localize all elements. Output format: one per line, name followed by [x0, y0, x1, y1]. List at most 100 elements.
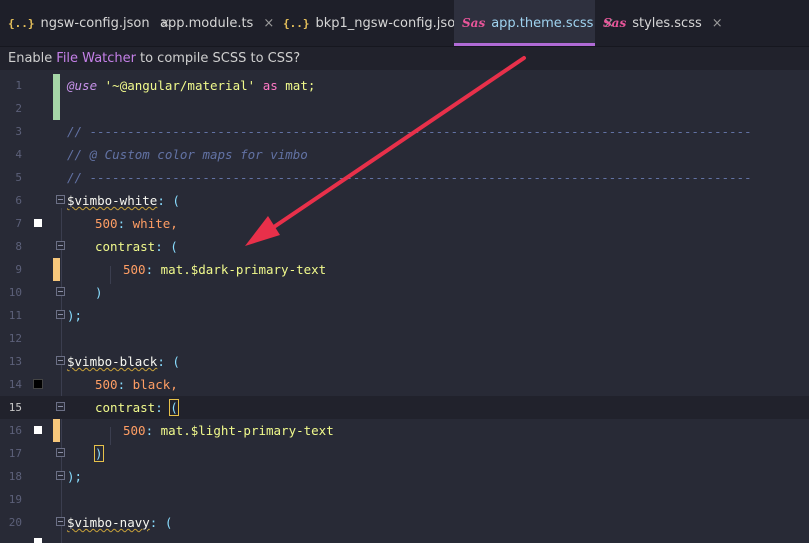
line-number: 13	[8, 355, 22, 368]
close-icon[interactable]: ×	[712, 16, 723, 31]
sass-icon: Sas	[603, 16, 627, 30]
token: white,	[132, 216, 178, 231]
line-number: 11	[8, 309, 22, 322]
line-number: 9	[15, 263, 22, 276]
color-swatch[interactable]	[33, 379, 43, 389]
color-swatch[interactable]	[34, 219, 42, 227]
token: )	[95, 285, 103, 300]
token: 500	[95, 216, 118, 231]
json-icon: {..}	[8, 16, 35, 30]
matched-bracket: )	[94, 445, 104, 462]
fold-icon[interactable]	[56, 287, 65, 296]
code-line: 2	[0, 97, 809, 120]
json-icon: {..}	[283, 16, 310, 30]
line-number: 5	[15, 171, 22, 184]
code-line-partial	[0, 534, 809, 543]
tab-label: app.module.ts	[160, 15, 254, 31]
fold-icon[interactable]	[56, 402, 65, 411]
matched-bracket: (	[169, 399, 179, 416]
token: contrast	[95, 239, 156, 254]
line-number: 6	[15, 194, 22, 207]
code-line: 10 )	[0, 281, 809, 304]
file-watcher-link[interactable]: File Watcher	[56, 51, 136, 66]
token: 500	[123, 423, 146, 438]
comment: // @ Custom color maps for vimbo	[67, 147, 308, 162]
code-line: 16 500: mat.$light-primary-text	[0, 419, 809, 442]
fold-icon[interactable]	[56, 448, 65, 457]
line-number: 10	[8, 286, 22, 299]
token: : (	[149, 515, 173, 530]
fold-icon[interactable]	[56, 310, 65, 319]
token: );	[67, 308, 83, 323]
notice-prefix: Enable	[8, 51, 53, 66]
tab-ngsw-config[interactable]: {..} ngsw-config.json ×	[0, 0, 170, 46]
line-number: 18	[8, 470, 22, 483]
code-line: 12	[0, 327, 809, 350]
line-number: 15	[8, 401, 22, 414]
line-number: 16	[8, 424, 22, 437]
fold-icon[interactable]	[56, 195, 65, 204]
line-number: 19	[8, 493, 22, 506]
tab-label: ngsw-config.json	[40, 15, 150, 31]
line-number: 2	[15, 102, 22, 115]
token: 500	[123, 262, 146, 277]
fold-icon[interactable]	[56, 517, 65, 526]
line-number: 4	[15, 148, 22, 161]
code-line: 4 // @ Custom color maps for vimbo	[0, 143, 809, 166]
line-number: 1	[15, 79, 22, 92]
token: : (	[155, 239, 178, 254]
line-number: 14	[8, 378, 22, 391]
code-line: 20 $vimbo-navy: (	[0, 511, 809, 534]
line-number: 20	[8, 516, 22, 529]
token: : (	[157, 354, 180, 369]
file-watcher-notice: Enable File Watcher to compile SCSS to C…	[0, 47, 809, 70]
line-number: 12	[8, 332, 22, 345]
code-line: 7 500: white,	[0, 212, 809, 235]
code-line: 17 )	[0, 442, 809, 465]
tab-app-module[interactable]: app.module.ts ×	[146, 0, 275, 46]
tab-bar: {..} ngsw-config.json × app.module.ts × …	[0, 0, 809, 47]
tab-label: bkp1_ngsw-config.json	[315, 15, 464, 31]
token: $vimbo-black	[67, 354, 158, 369]
color-swatch[interactable]	[34, 426, 42, 434]
code-line: 13 $vimbo-black: (	[0, 350, 809, 373]
modified-line-marker	[53, 258, 60, 281]
line-number: 8	[15, 240, 22, 253]
line-number: 7	[15, 217, 22, 230]
code-line: 11 );	[0, 304, 809, 327]
token: @use	[67, 78, 98, 93]
token: as	[262, 78, 278, 93]
code-line: 19	[0, 488, 809, 511]
token: contrast	[95, 400, 156, 415]
fold-icon[interactable]	[56, 471, 65, 480]
tab-styles-scss[interactable]: Sas styles.scss ×	[595, 0, 723, 46]
token: $vimbo-navy	[67, 515, 150, 530]
close-icon[interactable]: ×	[263, 16, 274, 31]
fold-icon[interactable]	[56, 241, 65, 250]
code-line-current: 15 contrast: (	[0, 396, 809, 419]
token: :	[155, 400, 163, 415]
line-number: 17	[8, 447, 22, 460]
notice-suffix: to compile SCSS to CSS?	[139, 51, 301, 66]
fold-icon[interactable]	[56, 356, 65, 365]
code-editor[interactable]: 1 @use '~@angular/material' as mat; 2 3 …	[0, 70, 809, 543]
tab-app-theme-scss[interactable]: Sas app.theme.scss ×	[454, 0, 614, 46]
tab-label: app.theme.scss	[491, 15, 594, 31]
code-line: 14 500: black,	[0, 373, 809, 396]
color-swatch[interactable]	[34, 538, 42, 543]
token: : (	[157, 193, 180, 208]
sass-icon: Sas	[462, 16, 486, 30]
code-line: 18 );	[0, 465, 809, 488]
tab-bkp1-ngsw-config[interactable]: {..} bkp1_ngsw-config.json ×	[275, 0, 484, 46]
tab-label: styles.scss	[632, 15, 702, 31]
code-line: 5 // -----------------------------------…	[0, 166, 809, 189]
token: mat.$dark-primary-text	[160, 262, 327, 277]
comment: // -------------------------------------…	[67, 124, 752, 139]
token: mat.$light-primary-text	[160, 423, 334, 438]
token: $vimbo-white	[67, 193, 158, 208]
modified-line-marker	[53, 419, 60, 442]
code-line: 6 $vimbo-white: (	[0, 189, 809, 212]
code-line: 8 contrast: (	[0, 235, 809, 258]
token: mat;	[285, 78, 316, 93]
code-line: 3 // -----------------------------------…	[0, 120, 809, 143]
